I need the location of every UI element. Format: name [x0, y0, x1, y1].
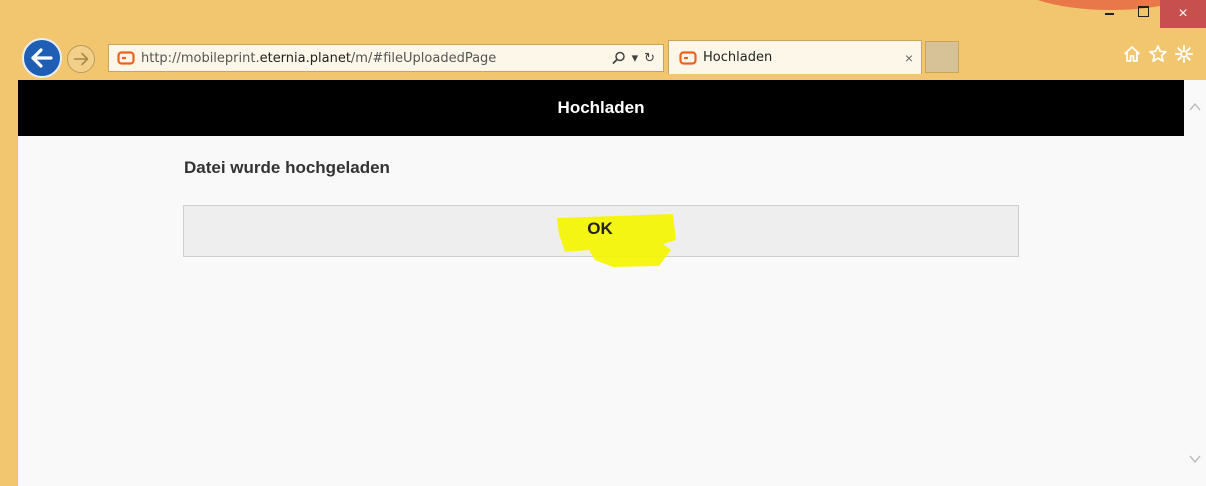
close-icon: × [1178, 5, 1188, 22]
tab-close-icon[interactable]: × [897, 50, 921, 66]
page-viewport: Hochladen Datei wurde hochgeladen OK [18, 80, 1206, 486]
tab-favicon-icon [679, 50, 697, 65]
scroll-up-icon[interactable] [1188, 100, 1202, 114]
window-controls: × [1092, 0, 1206, 30]
chevron-down-icon[interactable]: ▾ [632, 50, 639, 66]
ok-button[interactable]: OK [183, 205, 1019, 257]
forward-arrow-icon [73, 52, 89, 66]
vertical-scrollbar[interactable] [1184, 80, 1206, 486]
minimize-icon [1104, 13, 1114, 15]
forward-button[interactable] [67, 45, 95, 73]
ok-button-label: OK [587, 219, 613, 238]
close-window-button[interactable]: × [1160, 0, 1206, 28]
refresh-icon[interactable]: ↻ [644, 50, 655, 66]
url-host: eternia.planet [259, 50, 351, 66]
page-title: Hochladen [557, 98, 645, 117]
upload-success-message: Datei wurde hochgeladen [184, 158, 390, 177]
site-favicon-icon [117, 51, 135, 65]
back-arrow-icon [31, 48, 53, 68]
browser-right-icons [1122, 44, 1194, 64]
maximize-button[interactable] [1126, 0, 1160, 22]
minimize-button[interactable] [1092, 0, 1126, 22]
browser-toolbar: http://mobileprint.eternia.planet/m/#fil… [0, 36, 1206, 78]
tab-hochladen[interactable]: Hochladen × [668, 40, 922, 74]
page-header: Hochladen [18, 80, 1184, 136]
url-text: http://mobileprint.eternia.planet/m/#fil… [141, 51, 612, 66]
scroll-down-icon[interactable] [1188, 452, 1202, 466]
address-bar[interactable]: http://mobileprint.eternia.planet/m/#fil… [108, 44, 664, 72]
home-icon[interactable] [1122, 44, 1142, 64]
tab-title: Hochladen [703, 50, 773, 65]
gear-icon[interactable] [1174, 44, 1194, 64]
maximize-icon [1137, 5, 1149, 17]
back-button[interactable] [22, 38, 62, 78]
url-prefix: http://mobileprint. [141, 50, 260, 66]
address-actions: ▾ ↻ [612, 50, 663, 66]
url-path: /m/#fileUploadedPage [350, 50, 497, 66]
browser-window: × http://mobileprint.eternia.planet/m/#f… [0, 0, 1206, 486]
star-icon[interactable] [1148, 44, 1168, 64]
new-tab-button[interactable] [925, 41, 959, 73]
search-icon[interactable] [612, 51, 626, 65]
